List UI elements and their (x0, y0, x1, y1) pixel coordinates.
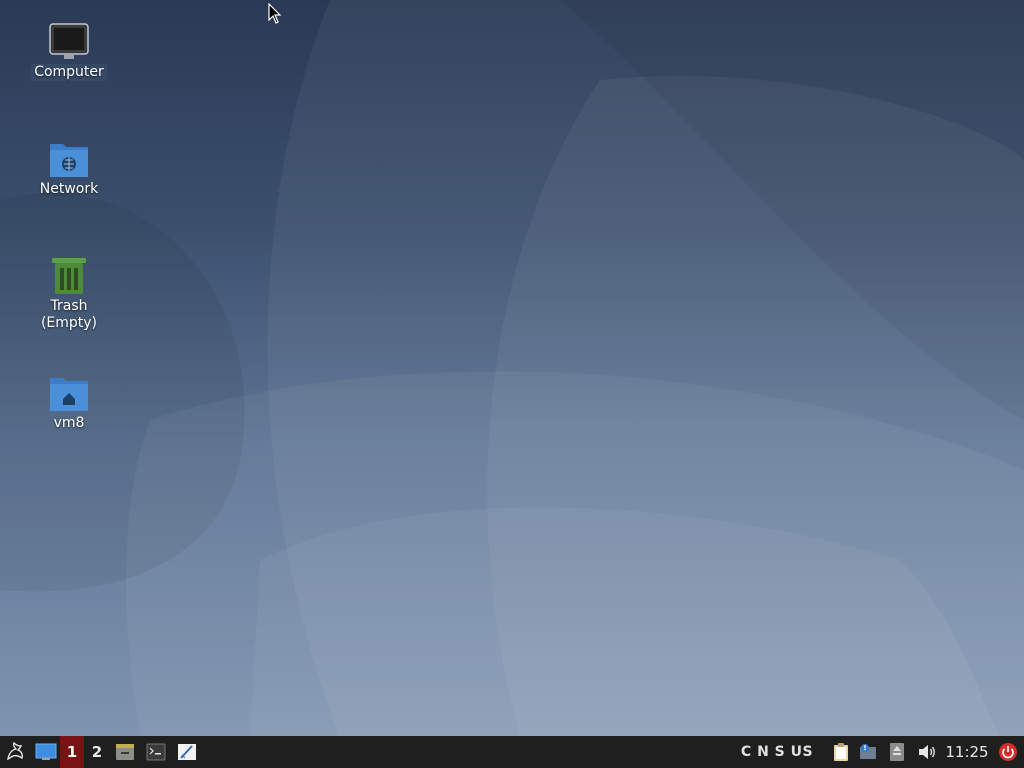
clipboard-button[interactable] (830, 736, 852, 768)
desktop-icon-home[interactable]: vm8 (21, 373, 117, 432)
applications-menu-button[interactable] (0, 736, 30, 768)
clock[interactable]: 11:25 (942, 736, 992, 768)
show-desktop-icon (35, 743, 57, 760)
whisker-menu-icon (7, 741, 23, 761)
file-manager-launcher[interactable] (112, 736, 138, 768)
removable-drive-icon (890, 743, 904, 761)
keyboard-indicators[interactable]: C N S US (736, 736, 818, 768)
power-button[interactable] (996, 736, 1020, 768)
mouse-pointer-icon (268, 3, 282, 24)
desktop-icon-computer[interactable]: Computer (21, 22, 117, 81)
removable-drive-button[interactable] (886, 736, 908, 768)
desktop[interactable]: Computer Network Trash (Empty) vm8 (0, 0, 1024, 736)
bottom-panel: 1 2 C N S US 11:25 (0, 736, 1024, 768)
notification-icon (860, 744, 876, 759)
computer-icon (49, 23, 89, 59)
clipboard-icon (834, 743, 848, 761)
trash-icon (52, 258, 86, 294)
power-icon (999, 743, 1017, 761)
desktop-icon-network[interactable]: Network (21, 139, 117, 198)
desktop-icon-label: Computer (31, 64, 107, 81)
home-folder-icon (50, 378, 88, 411)
workspace-1-button[interactable]: 1 (60, 736, 84, 768)
desktop-icon-label: vm8 (53, 415, 85, 431)
terminal-launcher[interactable] (143, 736, 169, 768)
workspace-2-button[interactable]: 2 (85, 736, 109, 768)
wallpaper (0, 0, 1024, 736)
text-editor-launcher[interactable] (174, 736, 200, 768)
file-manager-icon (116, 744, 134, 760)
desktop-icon-trash[interactable]: Trash (Empty) (21, 256, 117, 332)
terminal-icon (146, 743, 166, 761)
desktop-icon-sublabel: (Empty) (40, 315, 98, 331)
volume-button[interactable] (915, 736, 939, 768)
volume-icon (919, 745, 935, 759)
network-folder-icon (50, 144, 88, 177)
show-desktop-button[interactable] (32, 736, 60, 768)
desktop-icon-label: Trash (50, 298, 88, 314)
notification-button[interactable] (857, 736, 879, 768)
desktop-icon-label: Network (39, 181, 99, 197)
text-editor-icon (178, 744, 196, 760)
